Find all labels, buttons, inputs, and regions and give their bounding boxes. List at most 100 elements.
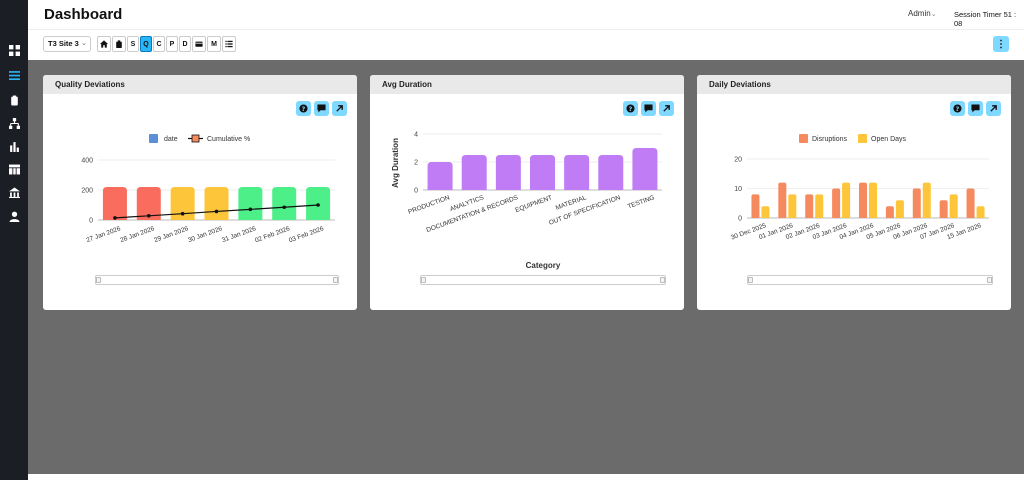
chevron-down-icon: ⌄ [81,40,87,47]
session-timer: Session Timer 51 : 08 [954,10,1017,28]
x-tick-label: 31 Jan 2026 [221,225,257,244]
page-title: Dashboard [44,6,123,23]
zoom-handle-left[interactable] [421,277,426,283]
cumulative-point [248,207,253,212]
x-tick-label: 28 Jan 2026 [119,225,155,244]
legend-label: Open Days [871,136,907,143]
clipboard-button[interactable] [112,36,126,52]
bottom-strip [28,474,1024,480]
cumulative-point [316,203,320,207]
question-icon: ? [626,104,635,113]
zoom-handle-right[interactable] [660,277,665,283]
y-tick-label: 2 [414,160,418,167]
zoom-handle-right[interactable] [333,277,338,283]
zoom-handle-left[interactable] [748,277,753,283]
help-button[interactable]: ? [623,101,638,116]
y-tick-label: 200 [81,188,93,195]
comment-button[interactable] [968,101,983,116]
card-button[interactable] [192,36,206,52]
cumulative-point [282,205,287,210]
user-menu[interactable]: Admin⌄ [908,9,937,18]
clipboard-icon[interactable] [0,91,28,109]
bar [272,187,297,220]
list-icon [225,40,233,48]
zoom-handle-left[interactable] [96,277,101,283]
module-c-button[interactable]: C [153,36,165,52]
site-select[interactable]: T3 Site 3 ⌄ [43,36,91,52]
module-q-button[interactable]: Q [140,36,152,52]
bar [238,187,263,220]
bar [815,194,824,218]
sitemap-icon[interactable] [0,114,28,132]
x-tick-label: EQUIPMENT [514,194,553,214]
home-button[interactable] [97,36,111,52]
legend-label: Disruptions [812,136,848,143]
avg-duration-card: Avg Duration 0 2 4 PRODUCTION ANALYTICS DOCUM… [370,75,684,310]
legend-swatch-date [149,134,158,143]
module-s-button[interactable]: S [127,36,139,52]
card-actions: ? [296,101,347,116]
daily-deviations-card: Daily Deviations 0 10 20 30 Dec 2025 01 Jan … [697,75,1011,310]
x-tick-label: TESTING [627,194,656,210]
module-p-button[interactable]: P [166,36,178,52]
module-d-button[interactable]: D [179,36,191,52]
bar [204,187,229,220]
grid-icon[interactable] [0,41,28,59]
module-m-button[interactable]: M [207,36,221,52]
bar [805,194,814,218]
comment-icon [644,104,653,113]
module-buttons: S Q C P D M [97,36,236,52]
bar [102,187,127,220]
y-tick-label: 20 [734,157,742,164]
more-menu-button[interactable]: ⋮ [993,36,1009,52]
comment-button[interactable] [314,101,329,116]
help-button[interactable]: ? [950,101,965,116]
chart-zoom-scrollbar[interactable] [95,275,339,285]
bar [778,182,787,218]
svg-text:?: ? [302,106,306,113]
y-tick-label: 0 [414,188,418,195]
question-icon: ? [953,104,962,113]
cumulative-point [113,216,117,220]
list-button[interactable] [222,36,236,52]
x-axis-title: Category [526,261,561,270]
bar [598,155,624,190]
bar [966,188,975,218]
bar [832,188,841,218]
bar [530,155,555,190]
bar [761,206,770,218]
card-icon [195,41,203,47]
zoom-handle-right[interactable] [987,277,992,283]
y-tick-label: 10 [734,186,742,193]
svg-text:?: ? [956,106,960,113]
expand-button[interactable] [332,101,347,116]
arrow-up-right-icon [663,105,670,112]
expand-button[interactable] [659,101,674,116]
legend-swatch-open-days [858,134,867,143]
building-icon[interactable] [0,183,28,201]
card-actions: ? [623,101,674,116]
chevron-down-icon: ⌄ [930,11,937,18]
bar [922,182,931,218]
arrow-up-right-icon [990,105,997,112]
cumulative-point [146,214,151,218]
clipboard-icon [116,40,122,48]
user-icon[interactable] [0,207,28,225]
svg-text:?: ? [629,106,633,113]
arrow-up-right-icon [336,105,343,112]
bar [976,206,985,218]
bar [869,182,877,218]
comment-button[interactable] [641,101,656,116]
x-tick-label: 29 Jan 2026 [153,225,189,244]
chart-zoom-scrollbar[interactable] [747,275,993,285]
bar [939,200,948,218]
help-button[interactable]: ? [296,101,311,116]
cumulative-point [180,211,185,216]
bar-chart-icon[interactable] [0,137,28,155]
chart-zoom-scrollbar[interactable] [420,275,666,285]
x-tick-label: 02 Feb 2026 [254,225,291,244]
menu-icon[interactable] [0,66,28,84]
x-tick-label: 27 Jan 2026 [86,225,122,244]
expand-button[interactable] [986,101,1001,116]
table-icon[interactable] [0,160,28,178]
